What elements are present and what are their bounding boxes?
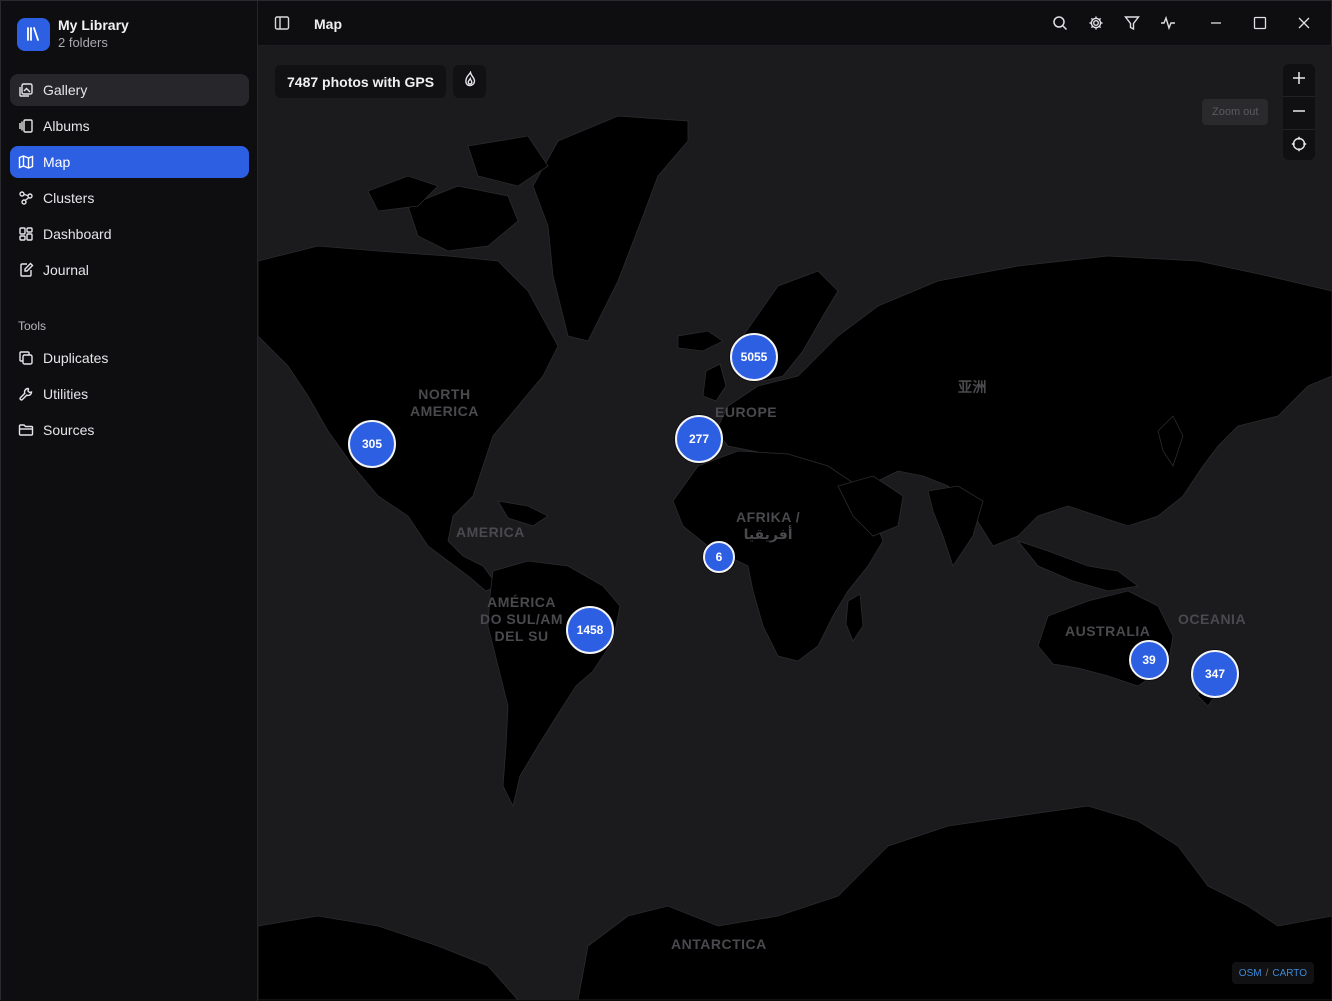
library-logo-icon	[17, 17, 50, 51]
zoom-out-tooltip: Zoom out	[1202, 99, 1269, 125]
journal-icon	[18, 262, 34, 278]
folder-icon	[18, 422, 34, 438]
page-title: Map	[314, 16, 342, 32]
titlebar: Map	[258, 1, 1331, 46]
sidebar: My Library 2 folders Gallery Albums Map …	[1, 1, 258, 1001]
filter-icon[interactable]	[1124, 15, 1140, 31]
map-icon	[18, 154, 34, 170]
albums-icon	[18, 118, 34, 134]
main-nav: Gallery Albums Map Clusters Dashboard Jo…	[10, 74, 249, 290]
nav-label-clusters: Clusters	[43, 190, 95, 206]
carto-attribution-link[interactable]: CARTO	[1272, 968, 1307, 979]
cluster-marker[interactable]: 5055	[730, 333, 778, 381]
nav-label-dashboard: Dashboard	[43, 226, 112, 242]
library-header[interactable]: My Library 2 folders	[17, 17, 129, 51]
map-label-europe: EUROPE	[715, 404, 778, 420]
map-label-asia: 亚洲	[958, 379, 987, 395]
app-window: My Library 2 folders Gallery Albums Map …	[0, 0, 1332, 1001]
map-label-australia: AUSTRALIA	[1065, 623, 1151, 639]
dashboard-icon	[18, 226, 34, 242]
attribution-separator: /	[1265, 967, 1269, 979]
gallery-icon	[18, 82, 34, 98]
cluster-marker[interactable]: 277	[675, 415, 723, 463]
nav-item-map[interactable]: Map	[10, 146, 249, 178]
cluster-marker[interactable]: 1458	[566, 606, 614, 654]
activity-icon[interactable]	[1160, 15, 1176, 31]
tools-nav: Duplicates Utilities Sources	[10, 342, 249, 450]
map-label-south-america: AMÉRICA DO SUL/AM DEL SU	[480, 594, 564, 644]
nav-item-duplicates[interactable]: Duplicates	[10, 342, 249, 374]
zoom-in-button[interactable]	[1283, 64, 1315, 97]
map-label-oceania: OCEANIA	[1178, 611, 1247, 627]
search-icon[interactable]	[1052, 15, 1068, 31]
nav-label-map: Map	[43, 154, 71, 170]
minimize-icon[interactable]	[1208, 15, 1224, 31]
nav-item-gallery[interactable]: Gallery	[10, 74, 249, 106]
nav-label-sources: Sources	[43, 422, 95, 438]
nav-label-duplicates: Duplicates	[43, 350, 109, 366]
cluster-marker[interactable]: 305	[348, 420, 396, 468]
tools-section-label: Tools	[18, 319, 47, 333]
zoom-controls	[1283, 64, 1315, 160]
nav-label-journal: Journal	[43, 262, 89, 278]
nav-item-utilities[interactable]: Utilities	[10, 378, 249, 410]
map-label-north-america: NORTH AMERICA	[410, 386, 479, 419]
sidebar-toggle-icon[interactable]	[274, 15, 290, 31]
plus-icon	[1292, 71, 1306, 90]
heatmap-toggle-button[interactable]	[453, 65, 486, 98]
nav-label-gallery: Gallery	[43, 82, 88, 98]
minus-icon	[1292, 104, 1306, 123]
nav-item-journal[interactable]: Journal	[10, 254, 249, 286]
map-label-america: AMERICA	[456, 524, 525, 540]
locate-button[interactable]	[1283, 130, 1315, 160]
close-icon[interactable]	[1296, 15, 1312, 31]
library-subtitle: 2 folders	[58, 35, 108, 50]
map-label-antarctica: ANTARCTICA	[671, 936, 767, 952]
wrench-icon	[18, 386, 34, 402]
cluster-marker[interactable]: 347	[1191, 650, 1239, 698]
zoom-out-button[interactable]	[1283, 97, 1315, 130]
gps-photo-count: 7487 photos with GPS	[275, 65, 447, 98]
nav-label-albums: Albums	[43, 118, 90, 134]
osm-attribution-link[interactable]: OSM	[1239, 968, 1262, 979]
map-view[interactable]: NORTH AMERICA AMERICA AMÉRICA DO SUL/AM …	[258, 46, 1332, 1000]
nav-item-sources[interactable]: Sources	[10, 414, 249, 446]
gear-icon[interactable]	[1088, 15, 1104, 31]
map-attribution: OSM / CARTO	[1231, 962, 1314, 984]
nav-item-clusters[interactable]: Clusters	[10, 182, 249, 214]
map-label-africa: AFRIKA / أفريقيا	[736, 509, 801, 542]
crosshair-icon	[1291, 136, 1307, 157]
nav-item-dashboard[interactable]: Dashboard	[10, 218, 249, 250]
flame-icon	[462, 70, 478, 92]
maximize-icon[interactable]	[1252, 15, 1268, 31]
cluster-marker[interactable]: 39	[1129, 640, 1169, 680]
library-title: My Library	[58, 17, 129, 33]
duplicates-icon	[18, 350, 34, 366]
nav-label-utilities: Utilities	[43, 386, 89, 402]
nav-item-albums[interactable]: Albums	[10, 110, 249, 142]
clusters-icon	[18, 190, 34, 206]
cluster-marker[interactable]: 6	[703, 541, 735, 573]
